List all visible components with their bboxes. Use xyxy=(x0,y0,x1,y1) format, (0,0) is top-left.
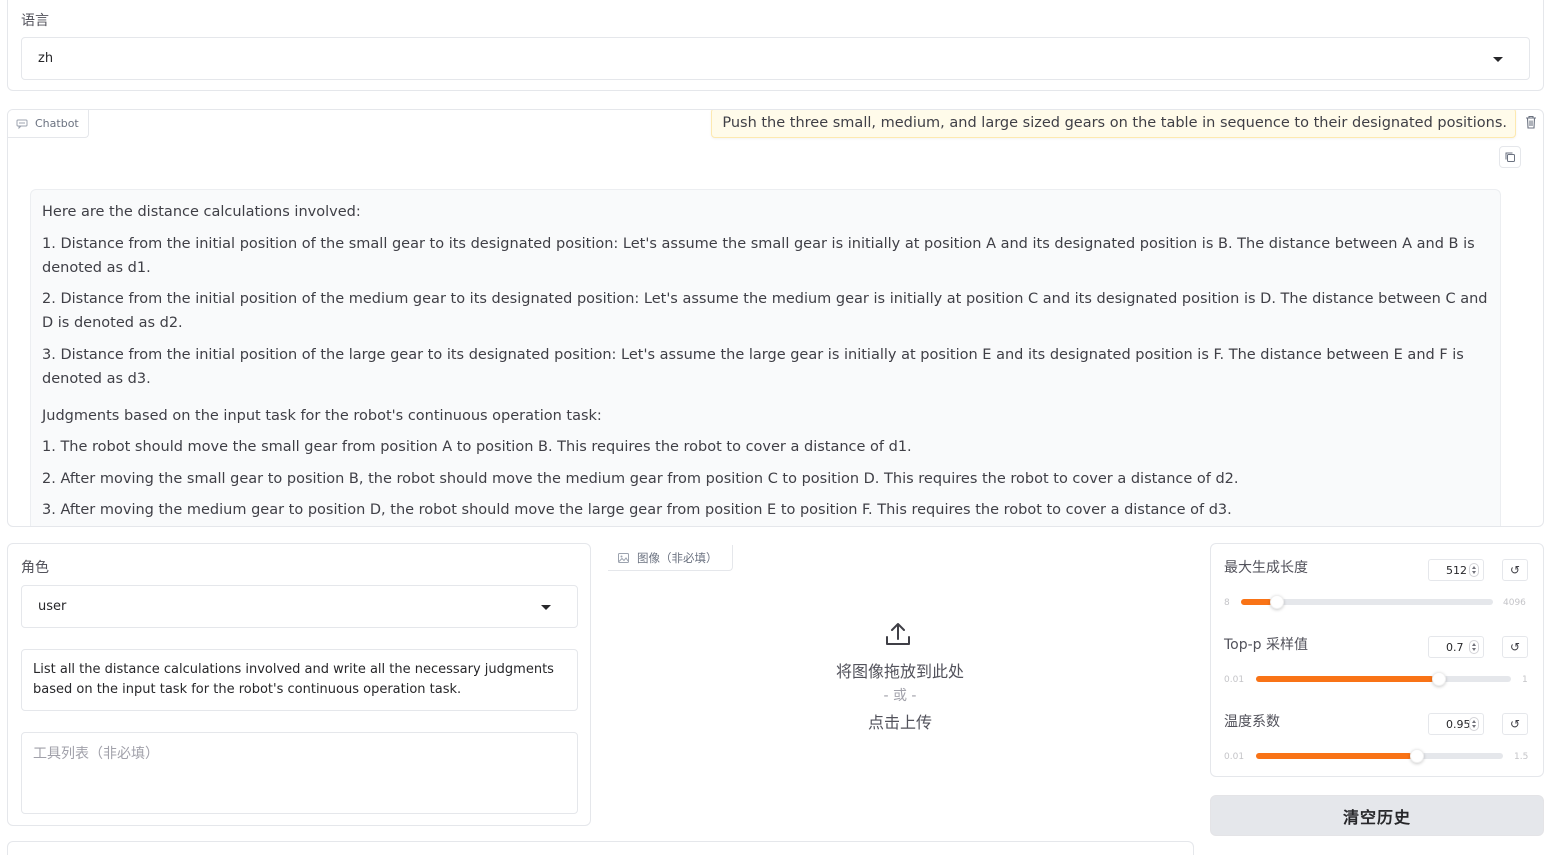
click-upload-text[interactable]: 点击上传 xyxy=(606,709,1194,733)
bot-message-paragraph: 2. Distance from the initial position of… xyxy=(42,291,1488,331)
chatbot-panel: Chatbot Push the three small, medium, an… xyxy=(7,109,1544,527)
slider-fill xyxy=(1256,676,1434,682)
slider-thumb[interactable] xyxy=(1270,595,1284,609)
reset-button[interactable]: ↺ xyxy=(1502,636,1528,658)
slider-thumb[interactable] xyxy=(1432,672,1446,686)
slider-max: 1 xyxy=(1522,675,1528,685)
slider-row: 温度系数 0.95 ↺ 0.01 1.5 xyxy=(1211,698,1544,774)
slider-number-input[interactable]: 0.95 xyxy=(1428,713,1484,735)
role-dropdown[interactable]: user xyxy=(21,585,578,628)
query-textarea[interactable]: List all the distance calculations invol… xyxy=(21,649,578,711)
slider-max: 4096 xyxy=(1503,598,1526,608)
slider-label: 温度系数 xyxy=(1224,714,1280,730)
slider-value: 512 xyxy=(1446,563,1467,577)
slider-fill xyxy=(1241,599,1272,605)
bot-message-paragraph: 3. After moving the medium gear to posit… xyxy=(42,502,1232,518)
reset-button[interactable]: ↺ xyxy=(1502,559,1528,581)
bot-message-paragraph: 1. Distance from the initial position of… xyxy=(42,235,1475,276)
input-panel: 角色 user List all the distance calculatio… xyxy=(7,543,591,826)
parameters-panel: 最大生成长度 512 ↺ 8 4096 Top-p 采样值 0.7 ↺ 0.01 1 温度系数 0.9… xyxy=(1210,543,1544,777)
spinner-icon[interactable] xyxy=(1469,563,1479,577)
tools-input[interactable]: 工具列表（非必填） xyxy=(21,732,578,814)
role-selected-value: user xyxy=(38,599,67,614)
bot-message-paragraph: Judgments based on the input task for th… xyxy=(42,407,602,424)
slider-min: 0.01 xyxy=(1224,675,1245,685)
or-text: - 或 - xyxy=(883,688,917,704)
slider-min: 0.01 xyxy=(1224,752,1245,762)
user-message-text: Push the three small, medium, and large … xyxy=(722,115,1507,131)
reset-button[interactable]: ↺ xyxy=(1502,713,1528,735)
language-selected-value: zh xyxy=(38,51,54,66)
role-label: 角色 xyxy=(21,560,49,576)
copy-icon xyxy=(1505,152,1515,162)
spinner-icon[interactable] xyxy=(1469,640,1479,654)
clear-history-button[interactable]: 清空历史 xyxy=(1210,795,1544,836)
chatbot-tag: Chatbot xyxy=(8,110,89,138)
bot-message-paragraph: Here are the distance calculations invol… xyxy=(42,204,361,220)
slider-fill xyxy=(1256,753,1412,759)
bot-message-paragraph: 2. After moving the small gear to positi… xyxy=(42,470,1239,487)
chatbot-tag-label: Chatbot xyxy=(35,117,79,130)
image-upload-area[interactable]: 图像（非必填） 将图像拖放到此处 - 或 - 点击上传 xyxy=(606,543,1194,798)
delete-message-button[interactable] xyxy=(1522,113,1540,131)
chevron-down-icon xyxy=(1493,56,1503,62)
trash-icon xyxy=(1526,115,1536,129)
image-tag: 图像（非必填） xyxy=(608,545,733,571)
chat-icon xyxy=(16,119,28,129)
slider-row: Top-p 采样值 0.7 ↺ 0.01 1 xyxy=(1211,621,1544,697)
image-icon xyxy=(618,552,629,563)
upload-icon xyxy=(886,623,910,645)
image-tag-label: 图像（非必填） xyxy=(637,550,718,565)
slider-row: 最大生成长度 512 ↺ 8 4096 xyxy=(1211,544,1544,620)
chevron-down-icon xyxy=(541,604,551,610)
bot-message-paragraph: 1. The robot should move the small gear … xyxy=(42,439,912,455)
drop-text: 将图像拖放到此处 xyxy=(835,662,964,681)
slider-label: 最大生成长度 xyxy=(1224,560,1308,576)
slider-thumb[interactable] xyxy=(1410,749,1424,763)
slider-min: 8 xyxy=(1224,598,1230,608)
spinner-icon[interactable] xyxy=(1469,717,1479,731)
slider-label: Top-p 采样值 xyxy=(1224,637,1309,653)
slider-value: 0.95 xyxy=(1446,717,1471,731)
language-panel: 语言 zh xyxy=(7,0,1544,91)
copy-button[interactable] xyxy=(1499,146,1521,168)
language-dropdown[interactable]: zh xyxy=(21,37,1530,80)
slider-max: 1.5 xyxy=(1514,752,1529,762)
language-label: 语言 xyxy=(21,13,49,29)
slider-track[interactable] xyxy=(1241,595,1493,609)
bot-message: Here are the distance calculations invol… xyxy=(30,189,1501,526)
slider-number-input[interactable]: 0.7 xyxy=(1428,636,1484,658)
slider-value: 0.7 xyxy=(1446,640,1464,654)
bot-message-paragraph: 3. Distance from the initial position of… xyxy=(42,346,1464,387)
bottom-panel-edge xyxy=(7,841,1194,855)
slider-number-input[interactable]: 512 xyxy=(1428,559,1484,581)
user-message: Push the three small, medium, and large … xyxy=(711,110,1516,138)
slider-track[interactable] xyxy=(1256,749,1503,763)
slider-track[interactable] xyxy=(1256,672,1511,686)
